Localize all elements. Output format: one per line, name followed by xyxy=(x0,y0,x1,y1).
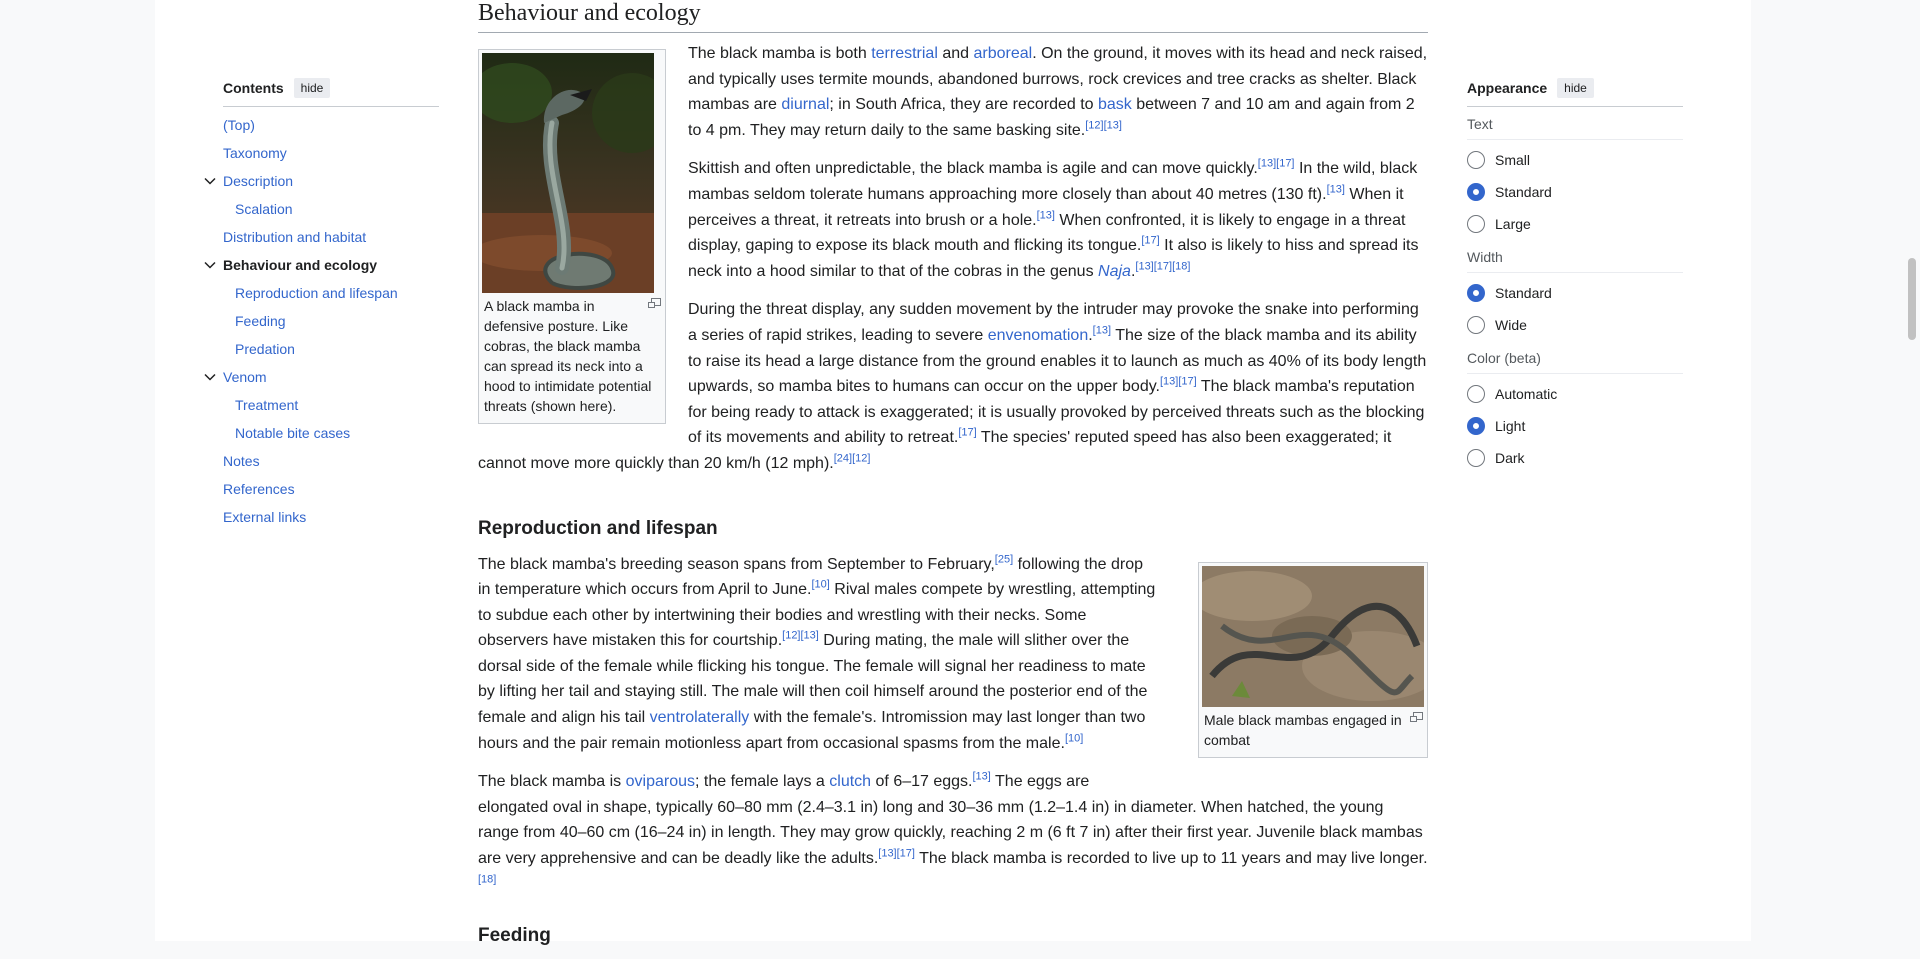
width-label: Width xyxy=(1467,249,1503,265)
table-of-contents: Contents hide (Top) Taxonomy Description… xyxy=(204,76,439,531)
toc-hide-button[interactable]: hide xyxy=(293,78,331,98)
subsection-heading-reproduction: Reproduction and lifespan xyxy=(478,517,718,539)
color-label: Color (beta) xyxy=(1467,350,1541,366)
appearance-title: Appearance xyxy=(1467,80,1548,96)
toc-item-references[interactable]: References xyxy=(223,475,439,503)
text-size-small-option[interactable]: Small xyxy=(1467,144,1683,176)
toc-item-description-row: Description xyxy=(204,167,439,195)
toc-item-description[interactable]: Description xyxy=(223,173,293,189)
link-naja[interactable]: Naja xyxy=(1098,263,1131,280)
figure-caption: Male black mambas engaged in combat xyxy=(1202,707,1424,754)
toc-item-behaviour-row: Behaviour and ecology xyxy=(204,251,439,279)
width-standard-option[interactable]: Standard xyxy=(1467,277,1683,309)
scrollbar-thumb[interactable] xyxy=(1908,258,1916,340)
text-size-label: Text xyxy=(1467,116,1493,132)
chevron-down-icon[interactable] xyxy=(203,251,217,279)
appearance-panel: Appearance hide Text Small Standard Larg… xyxy=(1467,76,1683,476)
toc-item-distribution[interactable]: Distribution and habitat xyxy=(223,223,439,251)
toc-item-feeding[interactable]: Feeding xyxy=(223,307,439,335)
toc-item-reproduction[interactable]: Reproduction and lifespan xyxy=(223,279,439,307)
combat-photo[interactable] xyxy=(1202,565,1424,707)
radio-button[interactable] xyxy=(1467,316,1485,334)
toc-item-scalation[interactable]: Scalation xyxy=(223,195,439,223)
citation: [12][13] xyxy=(1085,119,1122,132)
section-heading: Behaviour and ecology xyxy=(478,0,1428,33)
toc-divider xyxy=(223,106,439,107)
citation: [13][17][18] xyxy=(1135,260,1191,273)
radio-button[interactable] xyxy=(1467,385,1485,403)
paragraph-eggs: The black mamba is oviparous; the female… xyxy=(478,770,1428,886)
citation: [10] xyxy=(1064,732,1084,745)
citation: [10] xyxy=(811,578,830,591)
citation: [13] xyxy=(1326,183,1345,196)
citation: [13][17] xyxy=(1257,158,1295,171)
radio-button-selected[interactable] xyxy=(1467,183,1485,201)
color-light-option[interactable]: Light xyxy=(1467,410,1683,442)
link-oviparous[interactable]: oviparous xyxy=(626,773,695,790)
color-automatic-option[interactable]: Automatic xyxy=(1467,378,1683,410)
citation: [25] xyxy=(994,553,1014,566)
citation: [17] xyxy=(958,426,977,439)
chevron-down-icon[interactable] xyxy=(203,167,217,195)
subsection-heading-feeding: Feeding xyxy=(478,925,551,947)
citation: [13] xyxy=(1092,324,1112,337)
link-terrestrial[interactable]: terrestrial xyxy=(871,45,938,62)
radio-button[interactable] xyxy=(1467,215,1485,233)
text-size-options: Small Standard Large xyxy=(1467,139,1683,240)
figure-defensive-mamba: A black mamba in defensive posture. Like… xyxy=(478,49,666,424)
color-dark-option[interactable]: Dark xyxy=(1467,442,1683,474)
toc-item-venom-row: Venom xyxy=(204,363,439,391)
citation: [12][13] xyxy=(782,629,819,642)
figure-combat: Male black mambas engaged in combat xyxy=(1198,561,1428,758)
toc-header: Contents hide xyxy=(223,76,439,100)
citation: [13][17] xyxy=(1159,375,1197,388)
link-clutch[interactable]: clutch xyxy=(829,773,871,790)
color-options: Automatic Light Dark xyxy=(1467,373,1683,474)
toc-item-bite-cases[interactable]: Notable bite cases xyxy=(223,419,439,447)
width-options: Standard Wide xyxy=(1467,272,1683,341)
appearance-header: Appearance hide xyxy=(1467,76,1683,100)
toc-item-external-links[interactable]: External links xyxy=(223,503,439,531)
link-arboreal[interactable]: arboreal xyxy=(973,45,1032,62)
toc-item-top[interactable]: (Top) xyxy=(223,111,439,139)
citation: [18] xyxy=(478,873,497,886)
figure-caption: A black mamba in defensive posture. Like… xyxy=(482,293,662,420)
radio-button-selected[interactable] xyxy=(1467,284,1485,302)
toc-item-venom[interactable]: Venom xyxy=(223,369,267,385)
snake-photo[interactable] xyxy=(482,53,654,293)
citation: [13] xyxy=(972,770,991,783)
article-content: Behaviour and ecology A black mamba in d… xyxy=(478,0,1428,959)
toc-item-notes[interactable]: Notes xyxy=(223,447,439,475)
citation: [13][17] xyxy=(878,847,915,860)
toc-title: Contents xyxy=(223,80,284,96)
enlarge-icon[interactable] xyxy=(648,298,661,308)
enlarge-icon[interactable] xyxy=(1410,711,1423,722)
link-bask[interactable]: bask xyxy=(1098,96,1132,113)
toc-item-behaviour[interactable]: Behaviour and ecology xyxy=(223,257,377,273)
appearance-hide-button[interactable]: hide xyxy=(1557,78,1594,98)
link-ventrolaterally[interactable]: ventrolaterally xyxy=(650,709,750,726)
appearance-divider xyxy=(1467,106,1683,107)
radio-button-selected[interactable] xyxy=(1467,417,1485,435)
text-size-large-option[interactable]: Large xyxy=(1467,208,1683,240)
toc-item-treatment[interactable]: Treatment xyxy=(223,391,439,419)
radio-button[interactable] xyxy=(1467,151,1485,169)
citation: [13] xyxy=(1036,209,1055,222)
toc-item-taxonomy[interactable]: Taxonomy xyxy=(223,139,439,167)
text-size-standard-option[interactable]: Standard xyxy=(1467,176,1683,208)
citation: [17] xyxy=(1141,234,1160,247)
citation: [24][12] xyxy=(833,452,871,465)
toc-item-predation[interactable]: Predation xyxy=(223,335,439,363)
link-envenomation[interactable]: envenomation xyxy=(988,327,1089,344)
chevron-down-icon[interactable] xyxy=(203,363,217,391)
link-diurnal[interactable]: diurnal xyxy=(781,96,829,113)
radio-button[interactable] xyxy=(1467,449,1485,467)
width-wide-option[interactable]: Wide xyxy=(1467,309,1683,341)
vertical-scrollbar[interactable] xyxy=(1904,0,1920,941)
